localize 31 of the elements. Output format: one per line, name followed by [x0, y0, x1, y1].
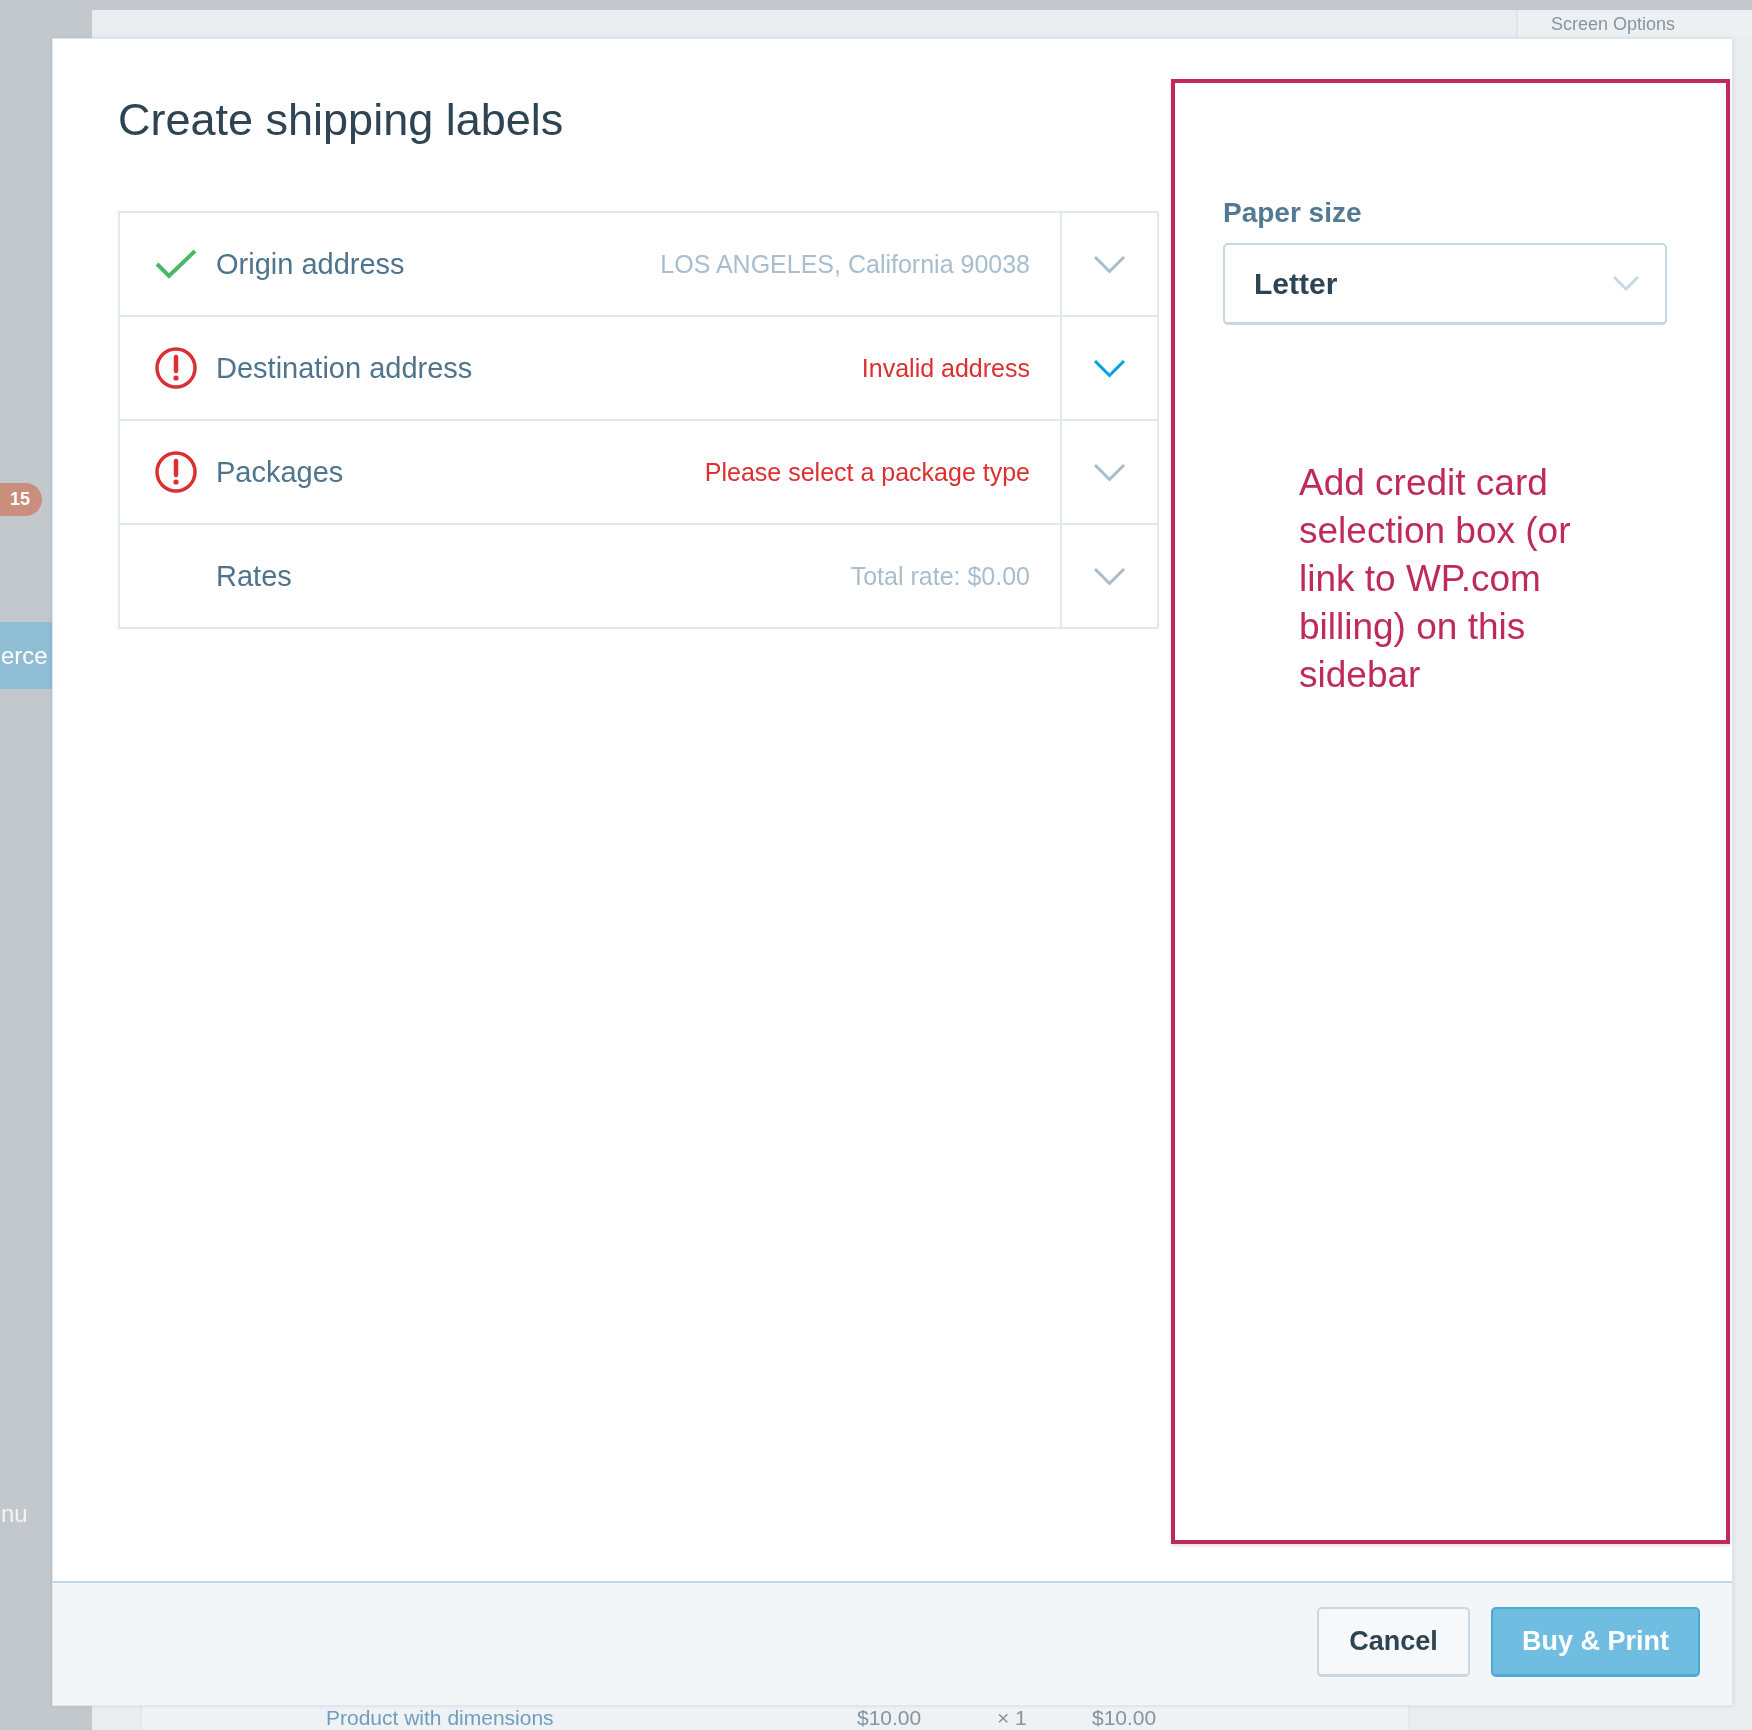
step-row[interactable]: Origin address LOS ANGELES, California 90038	[120, 213, 1157, 315]
step-title: Packages	[216, 455, 344, 489]
step-summary: LOS ANGELES, California 90038	[660, 249, 1030, 279]
count-badge: 15	[0, 483, 42, 516]
step-title: Destination address	[216, 351, 473, 385]
annotation-note: Add credit card selection box (or link to WP.com billing) on this sidebar	[1299, 461, 1572, 697]
paper-size-select[interactable]: Letter	[1223, 243, 1667, 325]
chevron-down-icon	[1612, 275, 1640, 292]
alert-icon	[155, 347, 197, 389]
check-icon	[155, 249, 197, 279]
product-name: Product with dimensions	[326, 1706, 554, 1730]
step-summary: Total rate: $0.00	[850, 561, 1030, 591]
product-quantity: × 1	[997, 1706, 1027, 1730]
chevron-down-icon[interactable]	[1093, 566, 1126, 586]
step-row[interactable]: Destination address Invalid address	[120, 315, 1157, 419]
step-title: Origin address	[216, 247, 405, 281]
chevron-down-icon[interactable]	[1093, 254, 1126, 274]
step-title: Rates	[216, 559, 292, 593]
field-label: Paper size	[1223, 196, 1362, 230]
alert-icon	[155, 451, 197, 493]
step-row[interactable]: Packages Please select a package type	[120, 419, 1157, 523]
step-row[interactable]: Rates Total rate: $0.00	[120, 523, 1157, 627]
chevron-down-icon[interactable]	[1093, 358, 1126, 378]
step-summary: Invalid address	[861, 353, 1030, 383]
cancel-button[interactable]: Cancel	[1317, 1607, 1470, 1677]
screen-options-tab[interactable]: Screen Options	[1516, 10, 1752, 38]
step-summary: Please select a package type	[704, 457, 1030, 487]
product-price: $10.00	[857, 1706, 922, 1730]
dialog-title: Create shipping labels	[118, 93, 565, 147]
product-total: $10.00	[1092, 1706, 1157, 1730]
chevron-down-icon[interactable]	[1093, 462, 1126, 482]
